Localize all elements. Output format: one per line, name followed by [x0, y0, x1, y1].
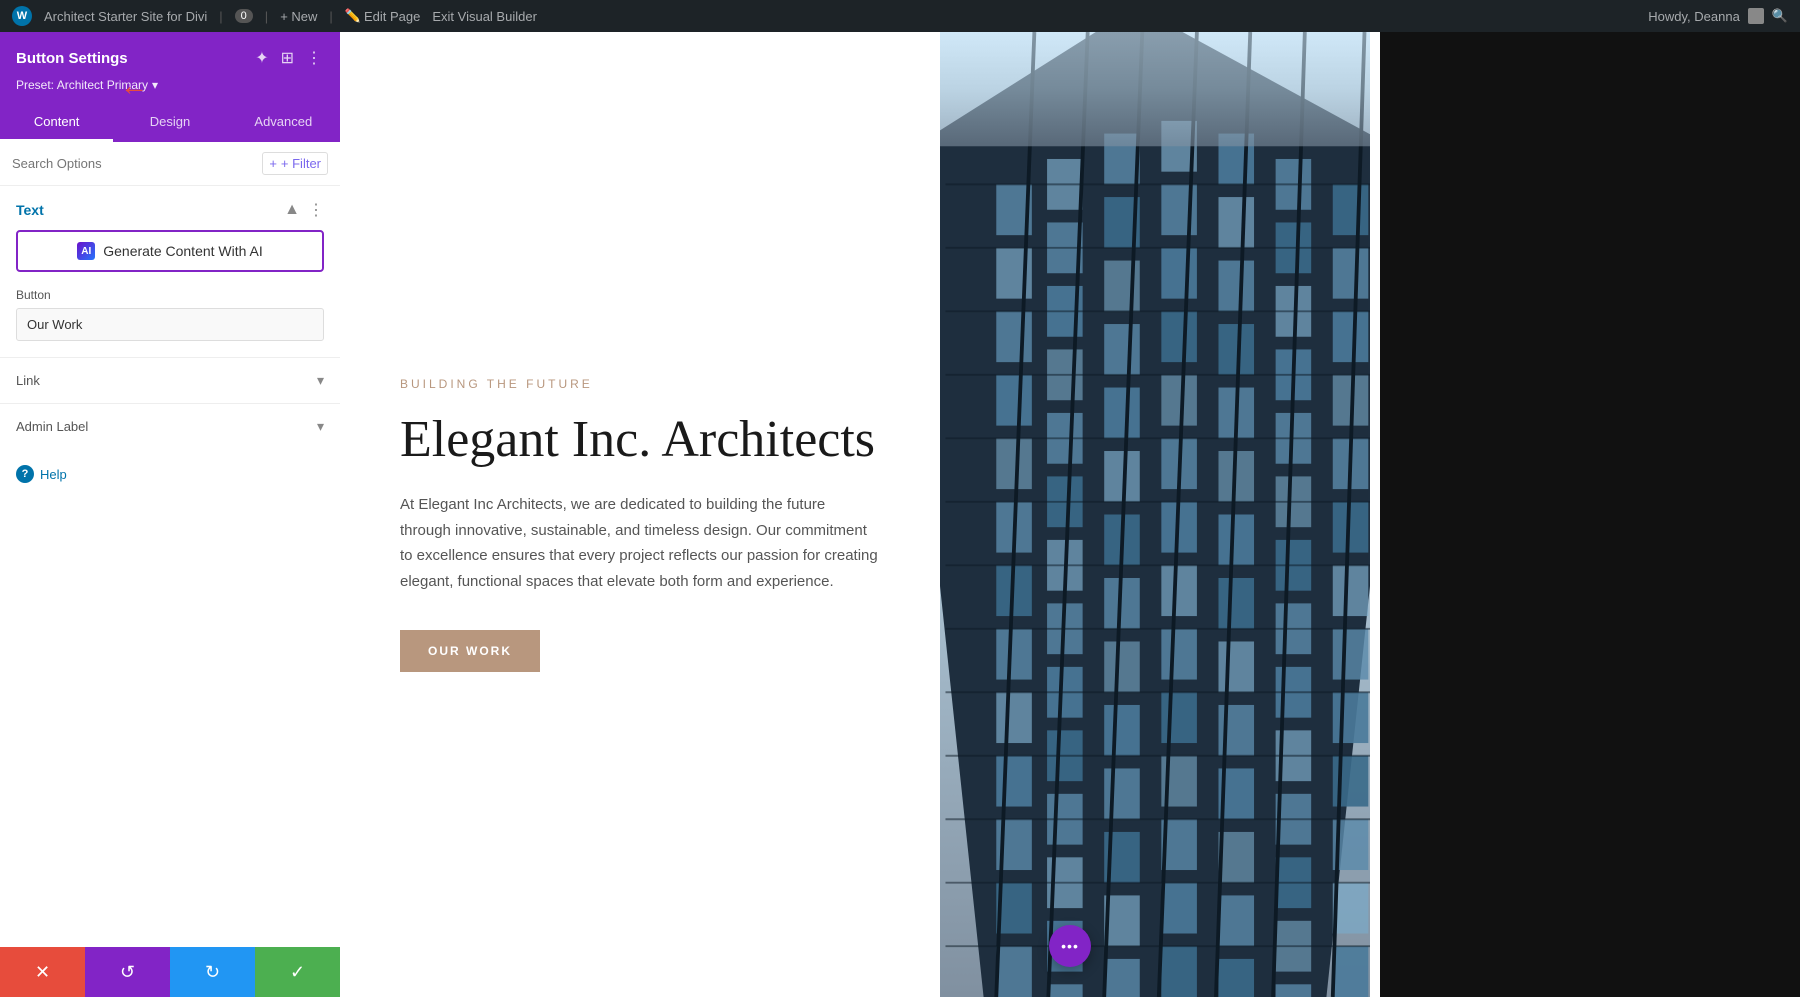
undo-button[interactable]: ↺ [85, 947, 170, 997]
tab-advanced[interactable]: Advanced [227, 104, 340, 142]
panel-tabs: Content Design Advanced [0, 104, 340, 142]
button-text-input[interactable] [16, 308, 324, 341]
help-icon: ? [16, 465, 34, 483]
hero-image [940, 32, 1370, 997]
ai-icon: AI [77, 242, 95, 260]
fab-button[interactable]: ••• [1049, 925, 1091, 967]
save-icon: ✓ [290, 962, 305, 983]
hero-cta-button[interactable]: OUR WORK [400, 630, 540, 672]
close-icon: ✕ [35, 962, 50, 983]
user-avatar[interactable] [1748, 8, 1764, 24]
exit-visual-builder-link[interactable]: Exit Visual Builder [432, 9, 537, 24]
more-icon[interactable]: ⋮ [304, 46, 324, 70]
comments-count[interactable]: 0 [235, 9, 253, 23]
search-bar: + + Filter [0, 142, 340, 186]
edit-page-link[interactable]: ✏️ Edit Page [345, 8, 421, 24]
help-section[interactable]: ? Help [0, 449, 340, 499]
left-panel: Button Settings ✦ ⊞ ⋮ Preset: Architect … [0, 32, 340, 997]
button-field-group: Button [0, 288, 340, 357]
preset-chevron: ▾ [152, 78, 158, 92]
filter-plus-icon: + [269, 156, 277, 171]
admin-bar-left: W Architect Starter Site for Divi | 0 | … [12, 6, 1632, 26]
white-canvas: BUILDING THE FUTURE Elegant Inc. Archite… [340, 32, 1380, 997]
link-section-title: Link [16, 373, 40, 388]
link-section[interactable]: Link ▾ [0, 357, 340, 403]
canvas-area: BUILDING THE FUTURE Elegant Inc. Archite… [340, 32, 1800, 997]
link-chevron-icon: ▾ [317, 372, 324, 389]
layout-icon[interactable]: ⊞ [279, 46, 296, 70]
red-arrow-annotation: ← [120, 70, 148, 102]
hero-section: BUILDING THE FUTURE Elegant Inc. Archite… [340, 32, 1380, 997]
search-icon[interactable]: 🔍 [1772, 8, 1788, 24]
filter-label: + Filter [281, 156, 321, 171]
panel-header: Button Settings ✦ ⊞ ⋮ Preset: Architect … [0, 32, 340, 104]
hero-subtitle: BUILDING THE FUTURE [400, 377, 880, 391]
edit-icon: ✏️ [345, 8, 361, 24]
undo-icon: ↺ [120, 962, 135, 983]
save-button[interactable]: ✓ [255, 947, 340, 997]
magic-icon[interactable]: ✦ [253, 46, 270, 70]
help-label: Help [40, 467, 67, 482]
tab-content[interactable]: Content [0, 104, 113, 142]
close-button[interactable]: ✕ [0, 947, 85, 997]
site-name: Architect Starter Site for Divi [44, 9, 207, 24]
main-layout: Button Settings ✦ ⊞ ⋮ Preset: Architect … [0, 32, 1800, 997]
admin-label-title: Admin Label [16, 419, 88, 434]
admin-bar-right: Howdy, Deanna 🔍 [1648, 8, 1788, 24]
ai-button-label: Generate Content With AI [103, 243, 263, 259]
panel-title: Button Settings [16, 50, 128, 67]
panel-content: + + Filter Text ▲ ⋮ AI Generate Content … [0, 142, 340, 947]
howdy-label: Howdy, Deanna [1648, 9, 1740, 24]
page-preview: BUILDING THE FUTURE Elegant Inc. Archite… [340, 32, 1800, 997]
redo-button[interactable]: ↻ [170, 947, 255, 997]
dark-right [1380, 32, 1800, 997]
hero-title: Elegant Inc. Architects [400, 411, 880, 468]
hero-content: BUILDING THE FUTURE Elegant Inc. Archite… [340, 32, 940, 997]
text-section-dots[interactable]: ⋮ [308, 200, 324, 220]
search-input[interactable] [12, 156, 254, 171]
panel-preset[interactable]: Preset: Architect Primary ▾ [16, 78, 324, 92]
section-controls: ▲ ⋮ [284, 200, 324, 220]
admin-label-section[interactable]: Admin Label ▾ [0, 403, 340, 449]
fab-dots-icon: ••• [1061, 938, 1079, 954]
text-section-header: Text ▲ ⋮ [0, 186, 340, 230]
tab-design[interactable]: Design [113, 104, 226, 142]
hero-description: At Elegant Inc Architects, we are dedica… [400, 492, 880, 594]
button-field-label: Button [16, 288, 324, 302]
panel-header-icons: ✦ ⊞ ⋮ [253, 46, 324, 70]
panel-bottom: ✕ ↺ ↻ ✓ [0, 947, 340, 997]
redo-icon: ↻ [205, 962, 220, 983]
text-section-chevron[interactable]: ▲ [284, 201, 300, 219]
wp-logo[interactable]: W [12, 6, 32, 26]
panel-title-row: Button Settings ✦ ⊞ ⋮ [16, 46, 324, 70]
ai-generate-button[interactable]: AI Generate Content With AI [16, 230, 324, 272]
filter-button[interactable]: + + Filter [262, 152, 328, 175]
admin-label-chevron-icon: ▾ [317, 418, 324, 435]
admin-bar: W Architect Starter Site for Divi | 0 | … [0, 0, 1800, 32]
edit-label: Edit Page [364, 9, 420, 24]
new-button[interactable]: + New [280, 9, 317, 24]
text-section-title: Text [16, 202, 44, 218]
